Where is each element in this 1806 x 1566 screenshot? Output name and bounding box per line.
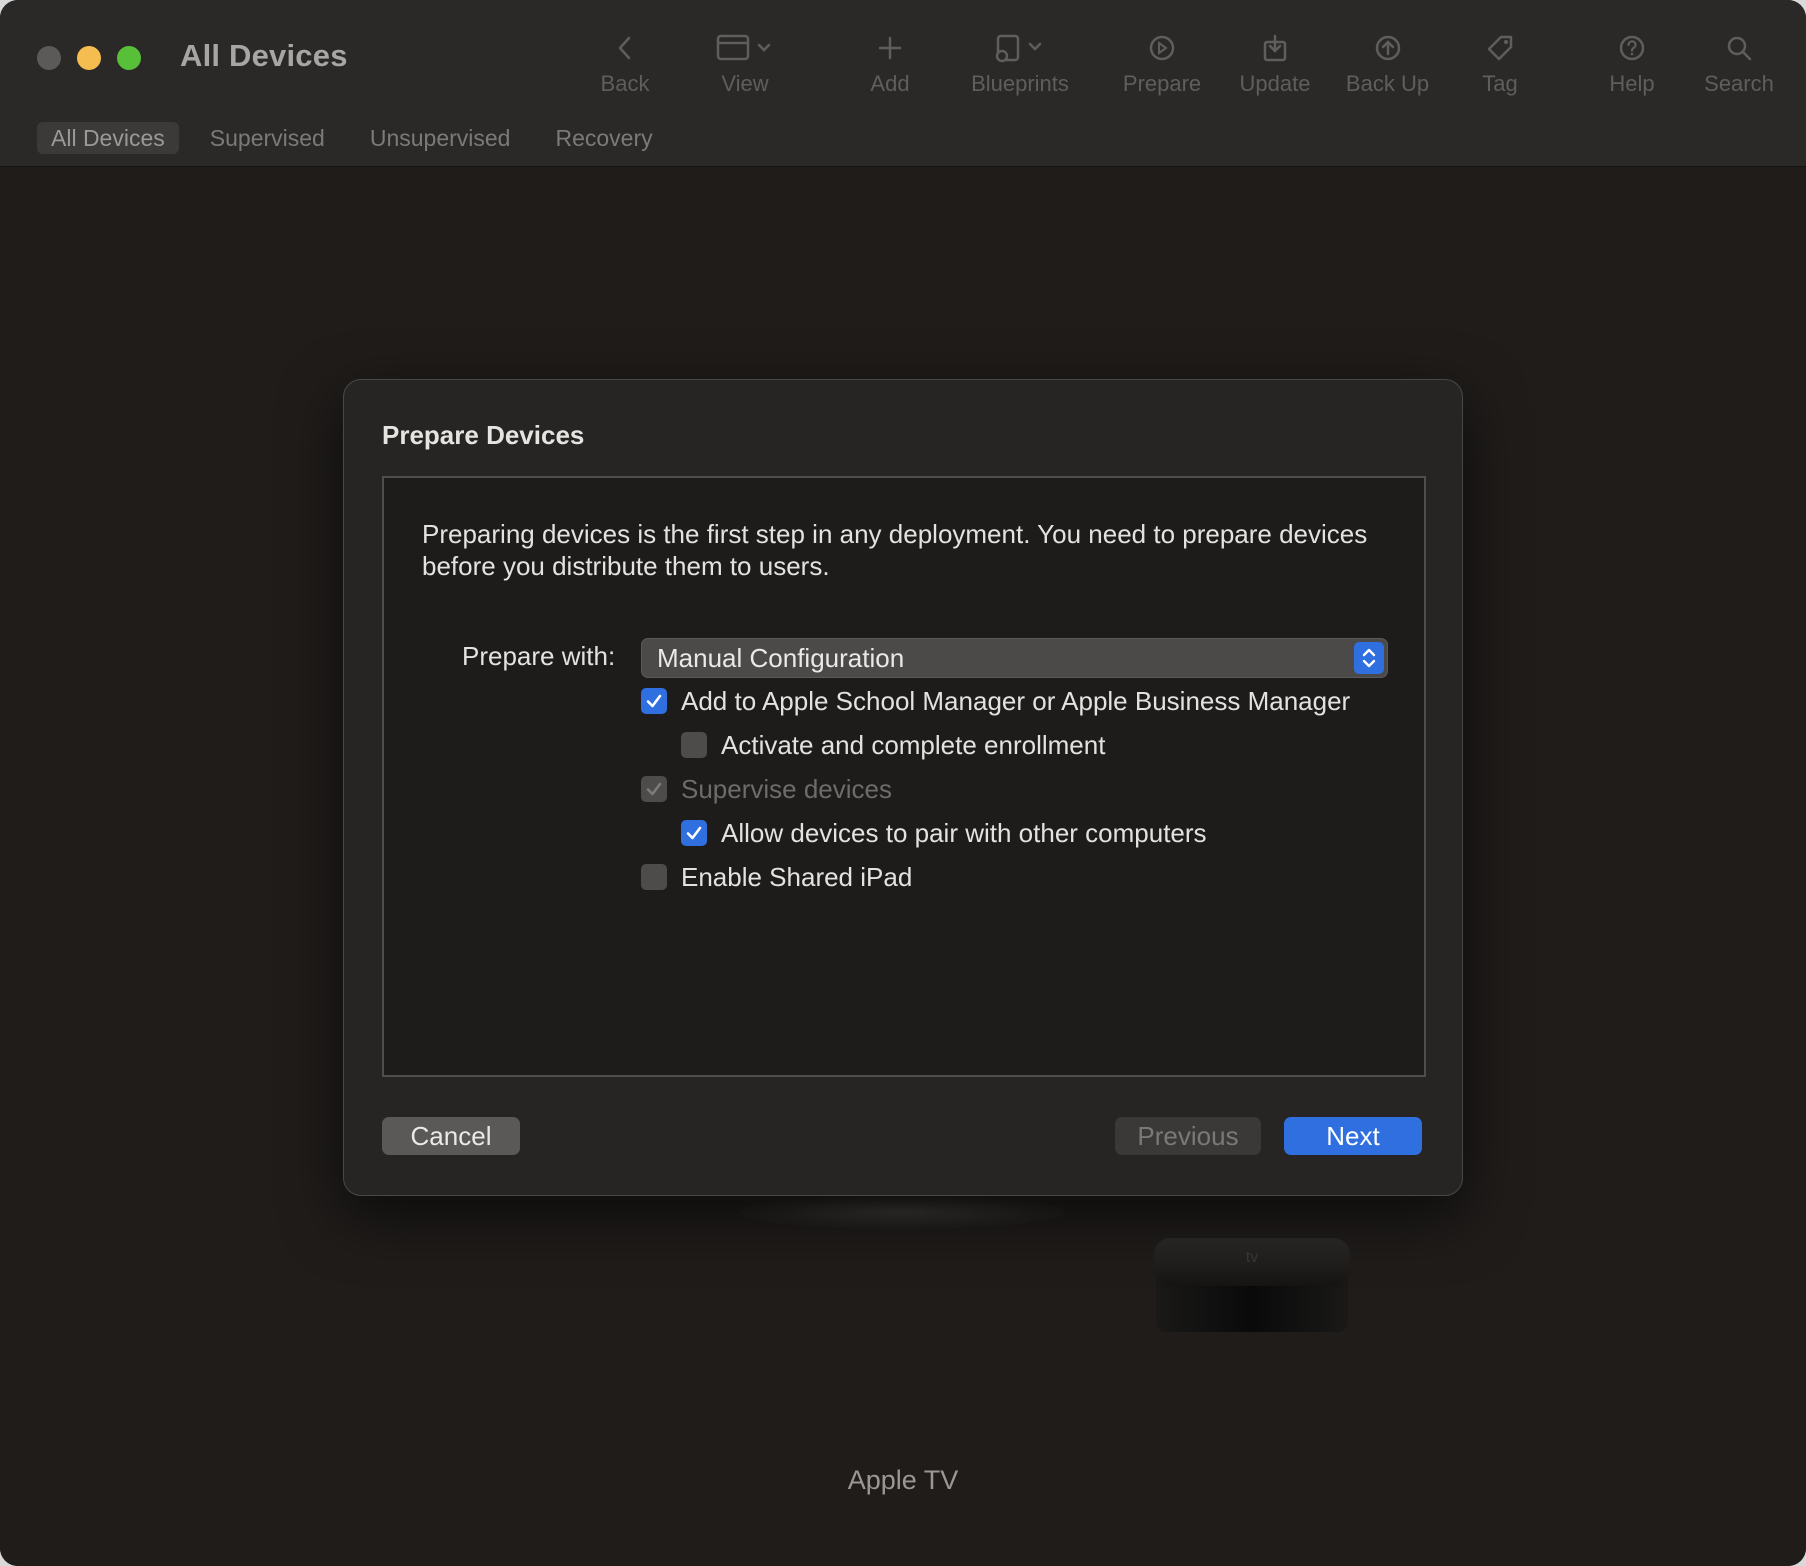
tab-supervised[interactable]: Supervised <box>196 122 339 154</box>
toolbar-help-label: Help <box>1609 71 1655 96</box>
previous-button: Previous <box>1115 1117 1261 1155</box>
device-stand-shadow <box>740 1195 1065 1229</box>
toolbar-tag-button[interactable]: Tag <box>1465 25 1535 105</box>
option-add-to-apple-manager[interactable]: Add to Apple School Manager or Apple Bus… <box>641 684 1350 718</box>
prepare-icon <box>1117 25 1207 69</box>
option-label: Supervise devices <box>681 773 892 804</box>
toolbar-prepare-label: Prepare <box>1122 71 1202 96</box>
option-label: Allow devices to pair with other compute… <box>721 817 1207 848</box>
tab-unsupervised[interactable]: Unsupervised <box>356 122 525 154</box>
checkbox-checked-icon[interactable] <box>641 688 667 714</box>
cancel-button[interactable]: Cancel <box>382 1117 520 1155</box>
titlebar: All Devices Back View Add Blueprints Pre… <box>0 0 1806 167</box>
scope-tabs: All Devices Supervised Unsupervised Reco… <box>37 122 684 154</box>
toolbar-blueprints-label: Blueprints <box>971 71 1069 96</box>
screen: All Devices Back View Add Blueprints Pre… <box>0 0 1806 1566</box>
next-button[interactable]: Next <box>1284 1117 1422 1155</box>
toolbar-view-button[interactable]: View <box>700 25 790 105</box>
chevron-left-icon <box>590 25 660 69</box>
minimize-window-button[interactable] <box>77 46 101 70</box>
option-allow-pairing[interactable]: Allow devices to pair with other compute… <box>681 816 1207 850</box>
select-stepper-icon <box>1354 642 1384 674</box>
toolbar-help-button[interactable]: Help <box>1597 25 1667 105</box>
toolbar-add-button[interactable]: Add <box>855 25 925 105</box>
checkbox-unchecked-icon[interactable] <box>681 732 707 758</box>
checkbox-disabled-checked-icon <box>641 776 667 802</box>
maximize-window-button[interactable] <box>117 46 141 70</box>
checkbox-unchecked-icon[interactable] <box>641 864 667 890</box>
prepare-with-select[interactable]: Manual Configuration <box>641 638 1388 678</box>
search-icon <box>1698 25 1780 69</box>
toolbar-view-label: View <box>721 71 769 96</box>
option-label: Add to Apple School Manager or Apple Bus… <box>681 685 1351 716</box>
prepare-with-label: Prepare with: <box>462 641 616 671</box>
apple-tv-device-image[interactable]: tv <box>1152 1238 1352 1338</box>
toolbar-back-label: Back <box>600 71 650 96</box>
option-label: Enable Shared iPad <box>681 861 913 892</box>
toolbar-tag-label: Tag <box>1482 71 1518 96</box>
prepare-devices-dialog: Prepare Devices Preparing devices is the… <box>343 379 1463 1196</box>
toolbar-backup-label: Back Up <box>1345 71 1430 96</box>
update-icon <box>1230 25 1320 69</box>
option-activate-enrollment[interactable]: Activate and complete enrollment <box>681 728 1105 762</box>
checkbox-checked-icon[interactable] <box>681 820 707 846</box>
toolbar-add-label: Add <box>870 71 910 96</box>
option-enable-shared-ipad[interactable]: Enable Shared iPad <box>641 860 912 894</box>
toolbar-update-label: Update <box>1239 71 1311 96</box>
plus-icon <box>855 25 925 69</box>
svg-text:tv: tv <box>1246 1249 1258 1266</box>
option-supervise-devices: Supervise devices <box>641 772 892 806</box>
backup-icon <box>1340 25 1435 69</box>
close-window-button[interactable] <box>37 46 61 70</box>
help-icon <box>1597 25 1667 69</box>
prepare-with-value: Manual Configuration <box>657 643 905 673</box>
toolbar-search-button[interactable]: Search <box>1698 25 1780 105</box>
toolbar-blueprints-button[interactable]: Blueprints <box>960 25 1080 105</box>
window-title: All Devices <box>180 38 348 73</box>
blueprints-icon <box>960 25 1080 69</box>
app-window: All Devices Back View Add Blueprints Pre… <box>0 0 1806 1566</box>
toolbar-search-label: Search <box>1704 71 1774 96</box>
option-label: Activate and complete enrollment <box>721 729 1106 760</box>
toolbar-update-button[interactable]: Update <box>1230 25 1320 105</box>
tab-all-devices[interactable]: All Devices <box>37 122 179 154</box>
dialog-title: Prepare Devices <box>382 420 585 450</box>
device-label: Apple TV <box>847 1465 959 1495</box>
dialog-intro-text: Preparing devices is the first step in a… <box>422 519 1368 581</box>
toolbar-backup-button[interactable]: Back Up <box>1340 25 1435 105</box>
tab-recovery[interactable]: Recovery <box>541 122 666 154</box>
toolbar-prepare-button[interactable]: Prepare <box>1117 25 1207 105</box>
dialog-panel: Preparing devices is the first step in a… <box>382 476 1426 1077</box>
view-icon <box>700 25 790 69</box>
tag-icon <box>1465 25 1535 69</box>
toolbar-back-button[interactable]: Back <box>590 25 660 105</box>
